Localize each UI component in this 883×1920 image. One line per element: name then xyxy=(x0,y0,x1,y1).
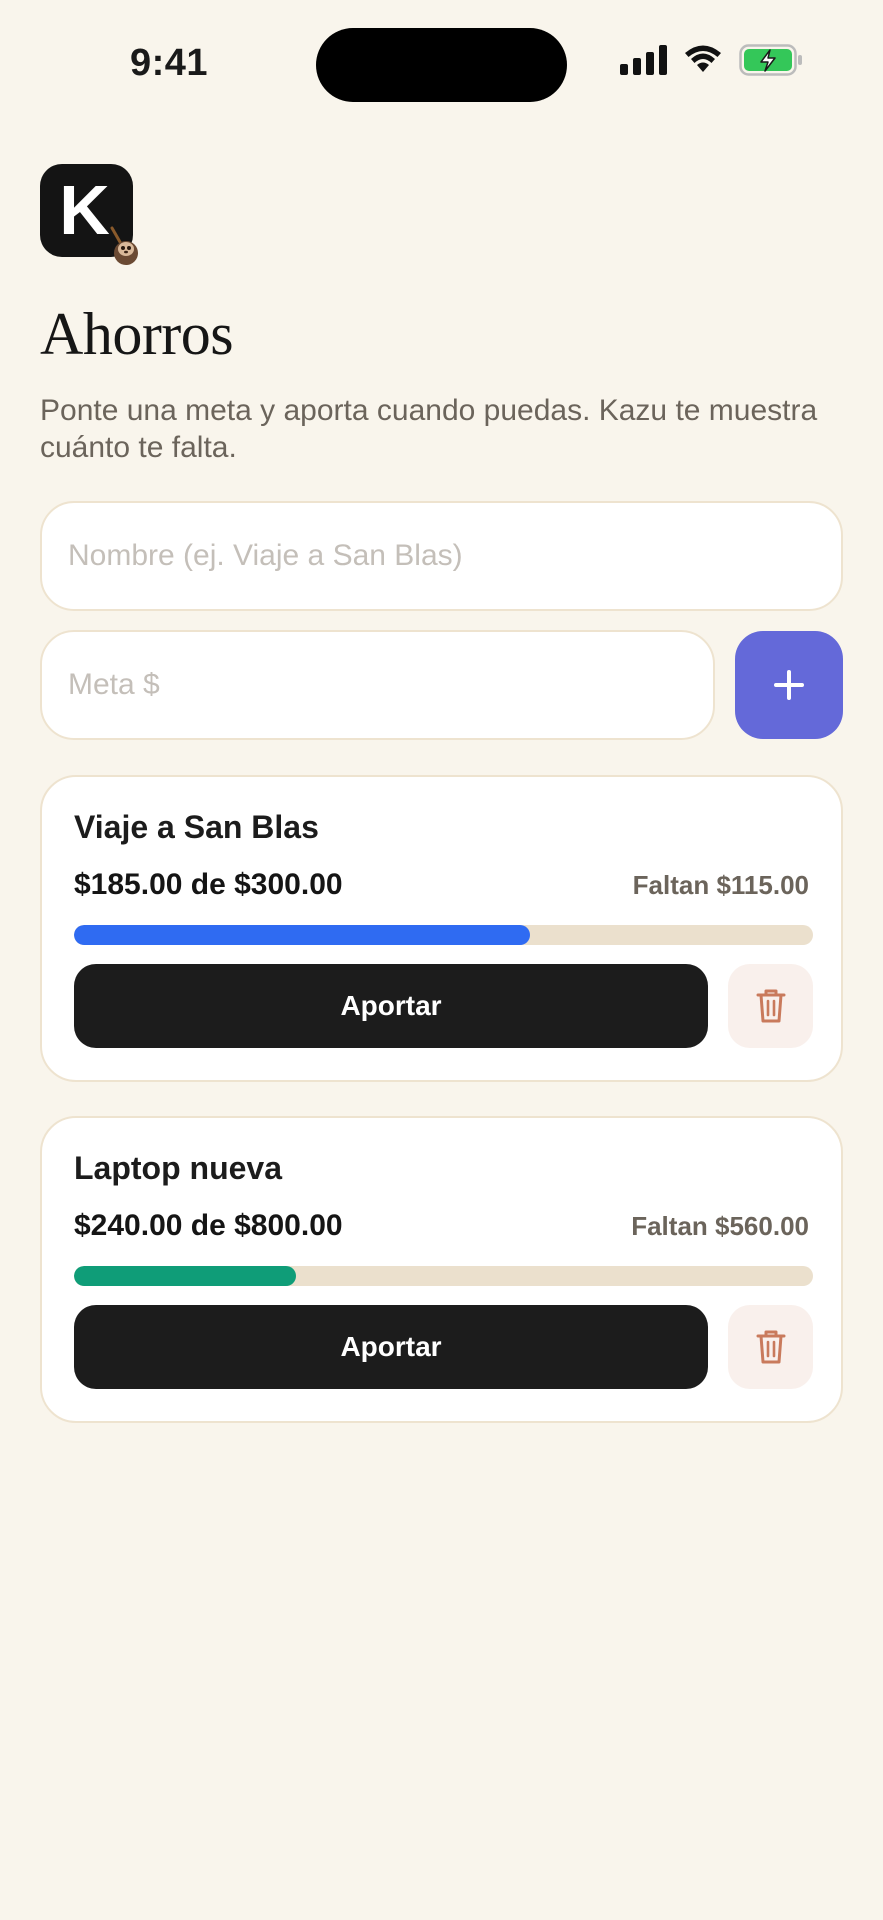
wifi-icon xyxy=(683,45,723,75)
contribute-button[interactable]: Aportar xyxy=(74,1305,708,1389)
trash-icon xyxy=(756,1330,785,1364)
goal-card: Viaje a San Blas $185.00 de $300.00 Falt… xyxy=(40,775,843,1082)
trash-icon xyxy=(756,989,785,1023)
goal-progress-fill xyxy=(74,1266,296,1286)
goal-amount: $185.00 de $300.00 xyxy=(74,868,343,901)
cellular-signal-icon xyxy=(620,45,667,75)
battery-charging-icon xyxy=(739,44,803,76)
page-subtitle: Ponte una meta y aporta cuando puedas. K… xyxy=(40,394,818,464)
goal-progress-bar xyxy=(74,925,813,945)
savings-screen: 9:41 K Ahorros Ponte una meta y aporta c… xyxy=(0,0,883,1920)
plus-icon xyxy=(774,670,804,700)
goal-remaining: Faltan $115.00 xyxy=(632,870,809,900)
goal-name: Viaje a San Blas xyxy=(74,809,319,845)
logo-letter: K xyxy=(59,170,110,249)
delete-goal-button[interactable] xyxy=(728,964,813,1048)
goal-remaining: Faltan $560.00 xyxy=(631,1211,809,1241)
add-goal-button[interactable] xyxy=(735,631,843,739)
goal-progress-bar xyxy=(74,1266,813,1286)
dynamic-island xyxy=(316,28,567,102)
status-bar: 9:41 xyxy=(0,0,883,130)
goal-progress-fill xyxy=(74,925,530,945)
contribute-button[interactable]: Aportar xyxy=(74,964,708,1048)
status-icons xyxy=(620,44,803,76)
goal-amount-input[interactable] xyxy=(40,630,715,740)
status-time: 9:41 xyxy=(130,42,209,84)
goal-name-input[interactable] xyxy=(40,501,843,611)
goal-name: Laptop nueva xyxy=(74,1150,283,1186)
sloth-mascot-icon xyxy=(110,226,138,265)
goal-card: Laptop nueva $240.00 de $800.00 Faltan $… xyxy=(40,1116,843,1423)
goal-amount: $240.00 de $800.00 xyxy=(74,1209,343,1242)
delete-goal-button[interactable] xyxy=(728,1305,813,1389)
page-title: Ahorros xyxy=(40,301,234,367)
